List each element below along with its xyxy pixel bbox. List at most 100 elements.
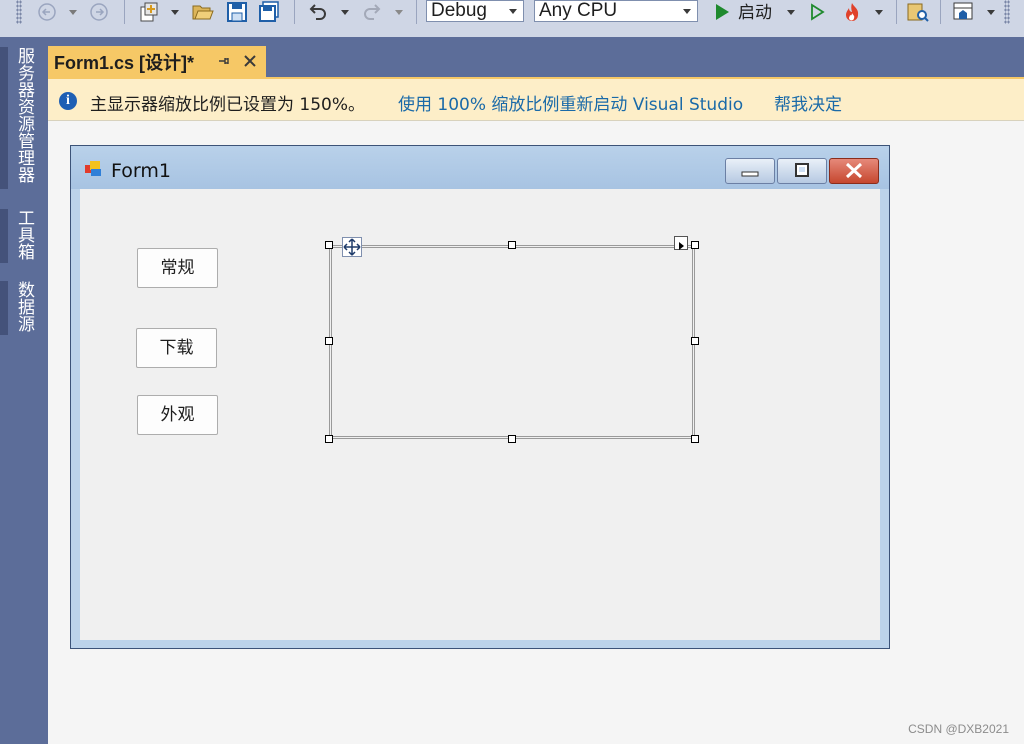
redo-icon bbox=[364, 4, 381, 20]
resize-handle-sw[interactable] bbox=[325, 435, 333, 443]
maximize-button[interactable] bbox=[777, 158, 827, 184]
move-icon bbox=[343, 238, 361, 256]
start-dropdown[interactable] bbox=[784, 0, 798, 24]
new-item-dropdown[interactable] bbox=[168, 0, 182, 24]
close-icon bbox=[845, 162, 863, 179]
toolbar-separator bbox=[124, 0, 125, 24]
toolbar-separator bbox=[896, 0, 897, 24]
solution-explorer-button[interactable] bbox=[904, 0, 932, 24]
chevron-down-icon bbox=[509, 9, 517, 14]
forward-icon bbox=[90, 3, 108, 21]
close-icon[interactable] bbox=[242, 53, 258, 69]
open-folder-icon bbox=[192, 5, 214, 20]
general-button[interactable]: 常规 bbox=[137, 248, 218, 288]
form-app-icon bbox=[85, 161, 101, 176]
toolbar-separator bbox=[940, 0, 941, 24]
new-item-icon bbox=[140, 2, 158, 22]
redo-button[interactable] bbox=[360, 0, 386, 24]
smart-tag-button[interactable] bbox=[674, 236, 688, 250]
undo-dropdown[interactable] bbox=[338, 0, 352, 24]
minimize-icon bbox=[741, 171, 759, 177]
configuration-value: Debug bbox=[431, 0, 487, 21]
redo-dropdown[interactable] bbox=[392, 0, 406, 24]
save-button[interactable] bbox=[224, 0, 250, 24]
configuration-select[interactable]: Debug bbox=[426, 0, 524, 22]
window-layout-button[interactable] bbox=[950, 0, 978, 24]
resize-handle-ne[interactable] bbox=[691, 241, 699, 249]
info-bar: i 主显示器缩放比例已设置为 150%。 使用 100% 缩放比例重新启动 Vi… bbox=[48, 77, 1024, 121]
start-without-debug-icon bbox=[811, 3, 825, 21]
resize-handle-w[interactable] bbox=[325, 337, 333, 345]
hot-reload-icon bbox=[846, 3, 859, 21]
watermark: CSDN @DXB2021 bbox=[908, 722, 1009, 736]
resize-handle-s[interactable] bbox=[508, 435, 516, 443]
form-close-button[interactable] bbox=[829, 158, 879, 184]
chevron-down-icon bbox=[69, 9, 77, 15]
pin-icon[interactable] bbox=[216, 54, 230, 68]
designer-surface[interactable]: Form1 常规 下载 外观 CSDN @DXB2021 bbox=[48, 121, 1024, 744]
left-tool-rail: 服务器资源管理器 工具箱 数据源 bbox=[0, 37, 48, 744]
solution-explorer-icon bbox=[907, 3, 929, 22]
forward-button[interactable] bbox=[88, 0, 110, 24]
toolbox-tab[interactable]: 工具箱 bbox=[14, 209, 34, 260]
restart-100-link[interactable]: 使用 100% 缩放比例重新启动 Visual Studio bbox=[398, 90, 743, 115]
server-explorer-tab[interactable]: 服务器资源管理器 bbox=[14, 47, 34, 183]
form-client-area[interactable]: 常规 下载 外观 bbox=[80, 189, 880, 640]
info-icon: i bbox=[59, 92, 77, 110]
tab-title: Form1.cs [设计]* bbox=[54, 52, 195, 73]
save-icon bbox=[227, 2, 247, 22]
open-button[interactable] bbox=[190, 0, 216, 24]
chevron-down-icon bbox=[171, 9, 179, 15]
platform-value: Any CPU bbox=[539, 0, 618, 21]
platform-select[interactable]: Any CPU bbox=[534, 0, 698, 22]
back-icon bbox=[38, 3, 56, 21]
resize-handle-se[interactable] bbox=[691, 435, 699, 443]
toolbar-separator bbox=[416, 0, 417, 24]
window-layout-icon bbox=[953, 2, 973, 20]
toolbar-overflow[interactable] bbox=[984, 0, 998, 24]
info-message: 主显示器缩放比例已设置为 150%。 bbox=[90, 95, 366, 115]
download-button[interactable]: 下载 bbox=[136, 328, 217, 368]
appearance-button[interactable]: 外观 bbox=[137, 395, 218, 435]
rail-tab-indicator bbox=[0, 209, 8, 263]
undo-icon bbox=[309, 4, 326, 20]
chevron-down-icon bbox=[875, 9, 883, 15]
save-all-icon bbox=[259, 1, 279, 22]
resize-handle-e[interactable] bbox=[691, 337, 699, 345]
resize-handle-nw[interactable] bbox=[325, 241, 333, 249]
chevron-down-icon bbox=[787, 9, 795, 15]
rail-tab-indicator bbox=[0, 47, 8, 189]
form1-window[interactable]: Form1 常规 下载 外观 bbox=[70, 145, 890, 649]
form-title-bar[interactable]: Form1 bbox=[71, 146, 889, 189]
maximize-icon bbox=[795, 163, 809, 177]
start-button[interactable] bbox=[710, 0, 734, 24]
toolbar-grip[interactable] bbox=[16, 0, 22, 24]
new-item-button[interactable] bbox=[136, 0, 162, 24]
toolbar-separator bbox=[294, 0, 295, 24]
minimize-button[interactable] bbox=[725, 158, 775, 184]
save-all-button[interactable] bbox=[256, 0, 282, 24]
main-toolbar: Debug Any CPU 启动 bbox=[0, 0, 1024, 38]
resize-handle-n[interactable] bbox=[508, 241, 516, 249]
chevron-down-icon bbox=[683, 9, 691, 14]
form-title: Form1 bbox=[111, 160, 171, 182]
toolbar-grip[interactable] bbox=[1004, 0, 1010, 24]
start-icon bbox=[716, 4, 729, 20]
chevron-right-icon bbox=[679, 242, 684, 250]
rail-tab-indicator bbox=[0, 281, 8, 335]
undo-button[interactable] bbox=[304, 0, 330, 24]
document-tab-strip: Form1.cs [设计]* bbox=[48, 37, 1024, 77]
selected-panel[interactable] bbox=[329, 245, 695, 439]
hot-reload-button[interactable] bbox=[838, 0, 866, 24]
chevron-down-icon bbox=[395, 9, 403, 15]
help-me-decide-link[interactable]: 帮我决定 bbox=[774, 90, 842, 115]
tab-form1-designer[interactable]: Form1.cs [设计]* bbox=[48, 46, 266, 77]
move-handle[interactable] bbox=[342, 237, 362, 257]
data-sources-tab[interactable]: 数据源 bbox=[14, 281, 34, 332]
hot-reload-dropdown[interactable] bbox=[872, 0, 886, 24]
back-button[interactable] bbox=[36, 0, 58, 24]
chevron-down-icon bbox=[341, 9, 349, 15]
back-dropdown[interactable] bbox=[66, 0, 80, 24]
start-label[interactable]: 启动 bbox=[738, 0, 772, 23]
start-without-debugging-button[interactable] bbox=[806, 0, 828, 24]
